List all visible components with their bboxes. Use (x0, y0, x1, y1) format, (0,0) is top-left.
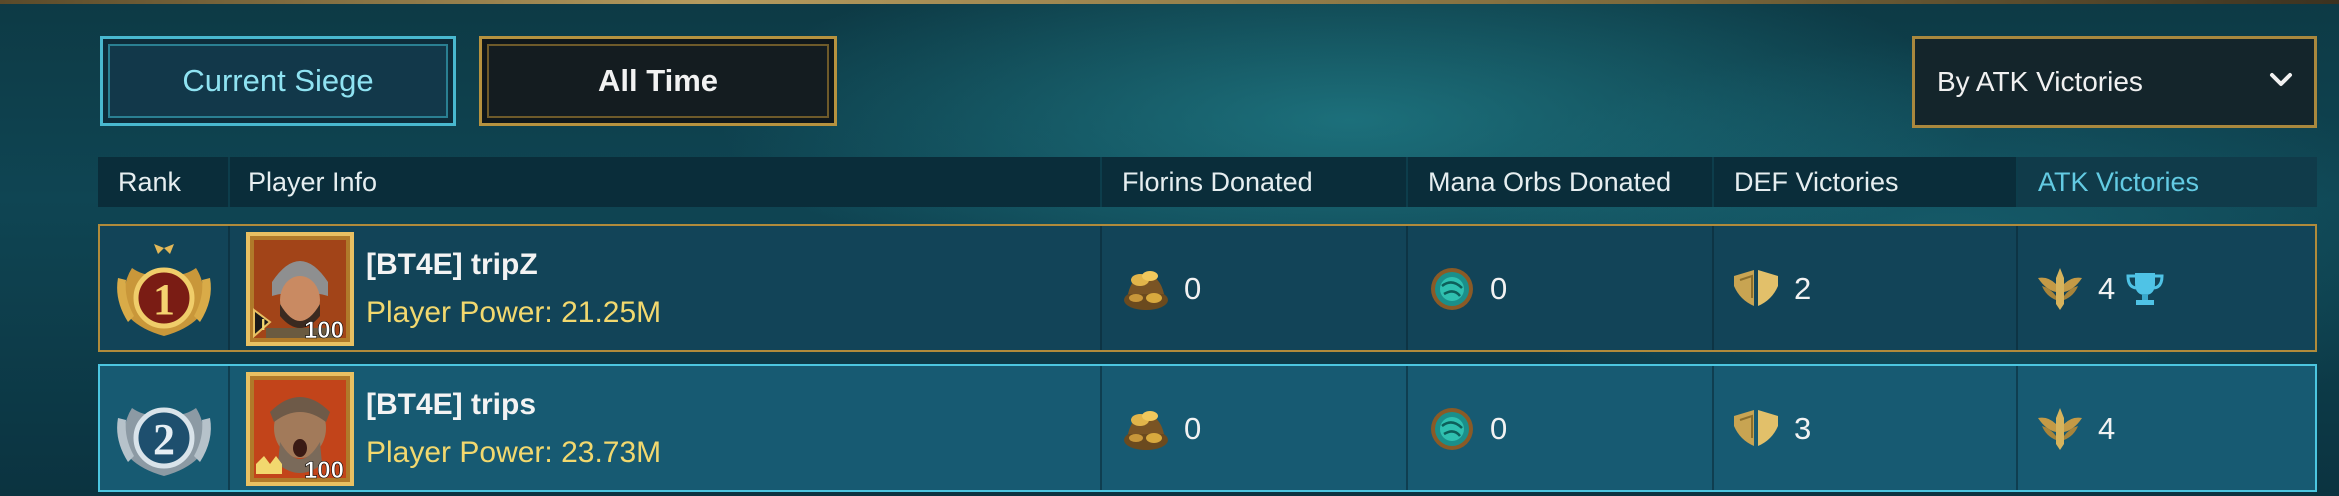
row-divider (1712, 226, 1714, 350)
sort-dropdown[interactable]: By ATK Victories (1912, 36, 2317, 128)
row-divider (228, 226, 230, 350)
shield-icon (1730, 264, 1782, 314)
header-player-info[interactable]: Player Info (228, 157, 1200, 207)
atk-victories-value: 4 (2098, 411, 2116, 446)
tab-all-time-label: All Time (597, 63, 719, 98)
florins-value: 0 (1184, 271, 1202, 306)
rank-badge-gold: 1 (117, 244, 211, 336)
mana-orbs-value: 0 (1490, 411, 1508, 446)
header-mana-orbs-donated[interactable]: Mana Orbs Donated (1408, 157, 1712, 207)
table-row[interactable]: 2 100 [BT4E] trips Player Power: 23.73M … (98, 364, 2317, 492)
table-header: Rank Player Info Florins Donated Mana Or… (98, 157, 2317, 207)
player-level: 100 (304, 457, 344, 484)
trophy-icon (2126, 273, 2164, 305)
row-divider (1100, 366, 1102, 490)
atk-victories-value: 4 (2098, 271, 2116, 306)
tab-current-siege[interactable]: Current Siege (100, 36, 456, 126)
mana-orb-icon (1426, 264, 1478, 314)
florins-cell: 0 (1120, 404, 1201, 454)
florins-icon (1120, 264, 1172, 314)
row-divider (2016, 226, 2018, 350)
player-avatar[interactable]: 100 (246, 372, 354, 486)
mana-orbs-cell: 0 (1426, 264, 1507, 314)
tab-current-siege-label: Current Siege (182, 63, 374, 98)
rank-number: 2 (153, 415, 175, 464)
player-name: [BT4E] trips (366, 388, 537, 421)
top-border (0, 0, 2339, 4)
header-def-victories[interactable]: DEF Victories (1714, 157, 2016, 207)
swords-icon (2034, 264, 2086, 314)
row-divider (1406, 366, 1408, 490)
def-victories-cell: 2 (1730, 264, 1811, 314)
header-atk-victories[interactable]: ATK Victories (2018, 157, 2317, 207)
player-power: Player Power: 21.25M (366, 296, 662, 329)
tab-all-time[interactable]: All Time (479, 36, 837, 126)
row-divider (1406, 226, 1408, 350)
chevron-down-icon (2270, 73, 2292, 86)
row-divider (1100, 226, 1102, 350)
def-victories-value: 3 (1794, 411, 1812, 446)
mana-orbs-cell: 0 (1426, 404, 1507, 454)
row-divider (2016, 366, 2018, 490)
def-victories-cell: 3 (1730, 404, 1811, 454)
mana-orbs-value: 0 (1490, 271, 1508, 306)
row-divider (1712, 366, 1714, 490)
header-florins-donated[interactable]: Florins Donated (1102, 157, 1406, 207)
florins-value: 0 (1184, 411, 1202, 446)
def-victories-value: 2 (1794, 271, 1812, 306)
player-level: 100 (304, 317, 344, 344)
rank-badge-silver: 2 (117, 407, 211, 476)
swords-icon (2034, 404, 2086, 454)
mana-orb-icon (1426, 404, 1478, 454)
rank-number: 1 (153, 275, 175, 324)
table-row[interactable]: 1 I 100 [BT4E] tripZ Player Power: 21.25… (98, 224, 2317, 352)
player-name: [BT4E] tripZ (366, 248, 538, 281)
florins-icon (1120, 404, 1172, 454)
florins-cell: 0 (1120, 264, 1201, 314)
atk-victories-cell: 4 (2034, 264, 2165, 314)
sort-dropdown-value: By ATK Victories (1937, 66, 2143, 97)
atk-victories-cell: 4 (2034, 404, 2115, 454)
shield-icon (1730, 404, 1782, 454)
player-power: Player Power: 23.73M (366, 436, 662, 469)
rank-pip: I (261, 317, 265, 334)
row-divider (228, 366, 230, 490)
header-rank[interactable]: Rank (98, 157, 228, 207)
player-avatar[interactable]: I 100 (246, 232, 354, 346)
